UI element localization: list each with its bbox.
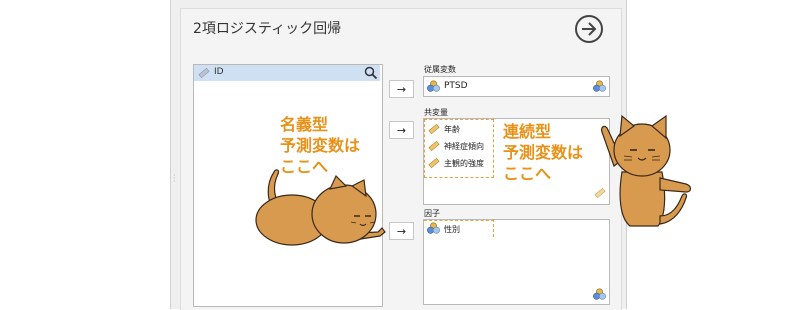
ruler-icon	[428, 140, 440, 152]
move-to-dependent-button[interactable]: →	[389, 80, 414, 98]
factor-item[interactable]: 性別	[444, 224, 460, 235]
dependent-label: 従属変数	[424, 65, 456, 74]
move-to-factors-button[interactable]: →	[389, 222, 414, 240]
nominal-icon	[427, 222, 440, 234]
forward-circle-icon[interactable]	[575, 15, 603, 43]
annotation-line: 連続型	[503, 122, 552, 141]
covariate-item[interactable]: 年齢	[444, 124, 460, 135]
covariate-item[interactable]: 主観的強度	[444, 158, 484, 169]
annotation-line: ここへ	[503, 164, 552, 183]
annotation-line: 名義型	[280, 115, 329, 134]
nominal-icon	[593, 80, 606, 92]
arrow-right-icon	[582, 22, 597, 36]
nominal-icon	[427, 80, 440, 92]
annotation-continuous: 連続型 予測変数は ここへ	[503, 121, 583, 184]
ruler-icon	[428, 157, 440, 169]
annotation-line: 予測変数は	[280, 136, 361, 155]
move-to-covariates-button[interactable]: →	[389, 121, 414, 139]
page-title: 2項ロジスティック回帰	[193, 21, 342, 37]
covariate-item[interactable]: 神経症傾向	[444, 141, 484, 152]
ruler-icon	[428, 123, 440, 135]
variable-list-item-label: ID	[214, 67, 224, 77]
resize-handle[interactable]: · · ·	[173, 172, 176, 186]
annotation-line: 予測変数は	[503, 143, 584, 162]
cat-standing-illustration	[601, 114, 692, 227]
search-icon[interactable]	[364, 66, 378, 80]
ruler-icon	[198, 67, 210, 79]
nominal-icon	[593, 288, 606, 300]
cat-lying-illustration	[255, 169, 386, 246]
factors-label: 因子	[424, 209, 440, 218]
dependent-value: PTSD	[444, 81, 468, 91]
covariates-label: 共変量	[424, 108, 448, 117]
